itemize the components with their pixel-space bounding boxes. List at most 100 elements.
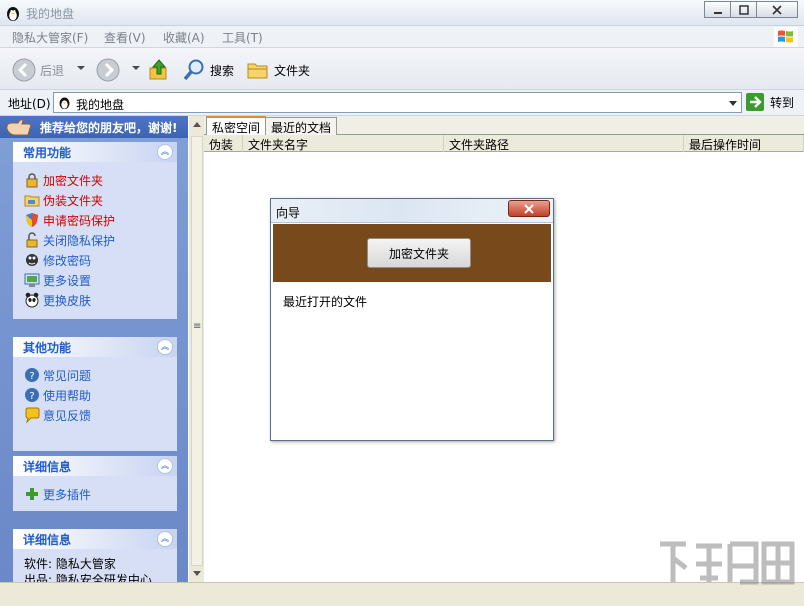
- software-name: 软件: 隐私大管家: [24, 556, 116, 571]
- menu-favorites[interactable]: 收藏(A): [163, 29, 205, 46]
- wizard-dialog: 向导 加密文件夹 最近打开的文件: [270, 198, 554, 441]
- recent-files-label: 最近打开的文件: [283, 295, 368, 309]
- windows-logo-icon: [774, 27, 798, 47]
- forward-button[interactable]: [96, 58, 120, 82]
- address-bar: 地址(D) 我的地盘 转到: [0, 90, 804, 116]
- collapse-chevron-icon[interactable]: ︽: [157, 458, 173, 474]
- column-header: 伪装 文件夹名字 文件夹路径 最后操作时间: [204, 135, 804, 152]
- panel-title: 详细信息: [23, 460, 72, 474]
- dialog-close-button[interactable]: [508, 200, 550, 217]
- settings-icon: [24, 273, 40, 287]
- help-icon: ?: [25, 388, 39, 402]
- menu-bar: 隐私大管家(F) 查看(V) 收藏(A) 工具(T): [0, 26, 804, 48]
- forward-arrow-icon: [96, 58, 120, 82]
- disguise-icon: [24, 195, 40, 207]
- recommend-banner[interactable]: 推荐给您的朋友吧，谢谢!: [0, 116, 188, 138]
- item-feedback[interactable]: 意见反馈: [24, 405, 177, 425]
- item-more-plugins[interactable]: 更多插件: [24, 484, 177, 504]
- item-help[interactable]: ? 使用帮助: [24, 385, 177, 405]
- go-button[interactable]: 转到: [746, 93, 794, 111]
- plus-icon: [26, 488, 38, 500]
- tab-recent-documents[interactable]: 最近的文档: [265, 117, 338, 135]
- dialog-title-bar: 向导: [271, 199, 553, 223]
- col-disguise[interactable]: 伪装: [204, 135, 243, 152]
- close-icon: [772, 4, 782, 15]
- col-last-modified[interactable]: 最后操作时间: [684, 135, 804, 152]
- thumbs-up-icon: [6, 119, 32, 136]
- forward-dropdown-icon[interactable]: [132, 66, 140, 70]
- close-icon: [524, 203, 534, 214]
- up-button[interactable]: [147, 58, 171, 82]
- tab-strip: 私密空间 最近的文档: [204, 116, 804, 136]
- close-button[interactable]: [756, 1, 798, 18]
- item-password-protection[interactable]: 申请密码保护: [24, 210, 177, 230]
- unlock-icon: [26, 232, 38, 248]
- title-bar: 我的地盘: [0, 0, 804, 26]
- window-title: 我的地盘: [26, 7, 75, 21]
- go-arrow-icon: [746, 93, 764, 111]
- back-button[interactable]: 后退: [12, 58, 64, 82]
- minimize-icon: [713, 11, 722, 14]
- col-folder-path[interactable]: 文件夹路径: [444, 135, 684, 152]
- svg-text:?: ?: [29, 371, 34, 382]
- col-folder-name[interactable]: 文件夹名字: [243, 135, 444, 152]
- encrypt-folder-button[interactable]: 加密文件夹: [367, 238, 471, 268]
- address-label: 地址(D): [8, 97, 51, 111]
- skin-icon: [25, 292, 39, 308]
- go-label: 转到: [770, 95, 795, 110]
- back-arrow-icon: [12, 58, 36, 82]
- collapse-chevron-icon[interactable]: ︽: [157, 531, 173, 547]
- folder-icon: [247, 63, 268, 79]
- address-dropdown-icon[interactable]: [729, 101, 737, 106]
- back-label: 后退: [40, 63, 65, 78]
- panel-title: 详细信息: [23, 533, 72, 547]
- panel-common-functions: 常用功能 ︽ 加密文件夹 伪装文件夹 申请密码保护 关闭隐私保护 修改密码 更多…: [13, 142, 177, 319]
- maximize-button[interactable]: [730, 1, 757, 18]
- up-folder-icon: [149, 59, 167, 80]
- question-icon: ?: [25, 368, 39, 382]
- address-input[interactable]: 我的地盘: [53, 92, 742, 113]
- tab-private-space[interactable]: 私密空间: [206, 116, 267, 136]
- panel-details-info: 详细信息 ︽ 软件: 隐私大管家 出品: 隐私安全研发中心: [13, 529, 177, 582]
- scroll-down-icon[interactable]: [193, 571, 201, 576]
- item-change-password[interactable]: 修改密码: [24, 250, 177, 270]
- minimize-button[interactable]: [704, 1, 731, 18]
- watermark-logo-icon: [660, 541, 795, 585]
- sidebar: 推荐给您的朋友吧，谢谢! 常用功能 ︽ 加密文件夹 伪装文件夹 申请密码保护 关…: [0, 116, 188, 582]
- item-faq[interactable]: ? 常见问题: [24, 365, 177, 385]
- item-disable-protection[interactable]: 关闭隐私保护: [24, 230, 177, 250]
- menu-privacy[interactable]: 隐私大管家(F): [12, 29, 88, 46]
- menu-view[interactable]: 查看(V): [104, 29, 146, 46]
- search-button[interactable]: 搜索: [182, 58, 234, 82]
- penguin-icon: [7, 7, 19, 21]
- panel-other-functions: 其他功能 ︽ ? 常见问题 ? 使用帮助 意见反馈: [13, 337, 177, 451]
- publisher-name: 出品: 隐私安全研发中心: [24, 572, 152, 583]
- lock-icon: [26, 173, 38, 188]
- panel-title: 常用功能: [23, 146, 72, 160]
- back-dropdown-icon[interactable]: [77, 66, 85, 70]
- folders-label: 文件夹: [274, 63, 311, 78]
- item-disguise-folder[interactable]: 伪装文件夹: [24, 190, 177, 210]
- search-icon: [183, 59, 204, 81]
- shield-icon: [26, 213, 38, 227]
- folders-button[interactable]: 文件夹: [246, 58, 310, 82]
- menu-tools[interactable]: 工具(T): [222, 29, 263, 46]
- svg-text:?: ?: [29, 391, 34, 402]
- item-more-settings[interactable]: 更多设置: [24, 270, 177, 290]
- key-icon: [26, 254, 38, 266]
- scroll-track[interactable]: [191, 136, 203, 566]
- sidebar-scrollbar[interactable]: ≡: [188, 116, 204, 582]
- toolbar: 后退 搜索 文件夹: [0, 48, 804, 90]
- feedback-icon: [25, 407, 40, 423]
- collapse-chevron-icon[interactable]: ︽: [157, 339, 173, 355]
- collapse-chevron-icon[interactable]: ︽: [157, 144, 173, 160]
- dialog-title: 向导: [276, 206, 301, 220]
- panel-details-plugins: 详细信息 ︽ 更多插件: [13, 456, 177, 511]
- item-change-skin[interactable]: 更换皮肤: [24, 290, 177, 310]
- recommend-text: 推荐给您的朋友吧，谢谢!: [40, 121, 178, 135]
- scroll-up-icon[interactable]: [193, 122, 201, 127]
- search-label: 搜索: [210, 63, 235, 78]
- panel-title: 其他功能: [23, 341, 72, 355]
- splitter-grip-icon[interactable]: ≡: [193, 321, 201, 332]
- item-encrypt-folder[interactable]: 加密文件夹: [24, 170, 177, 190]
